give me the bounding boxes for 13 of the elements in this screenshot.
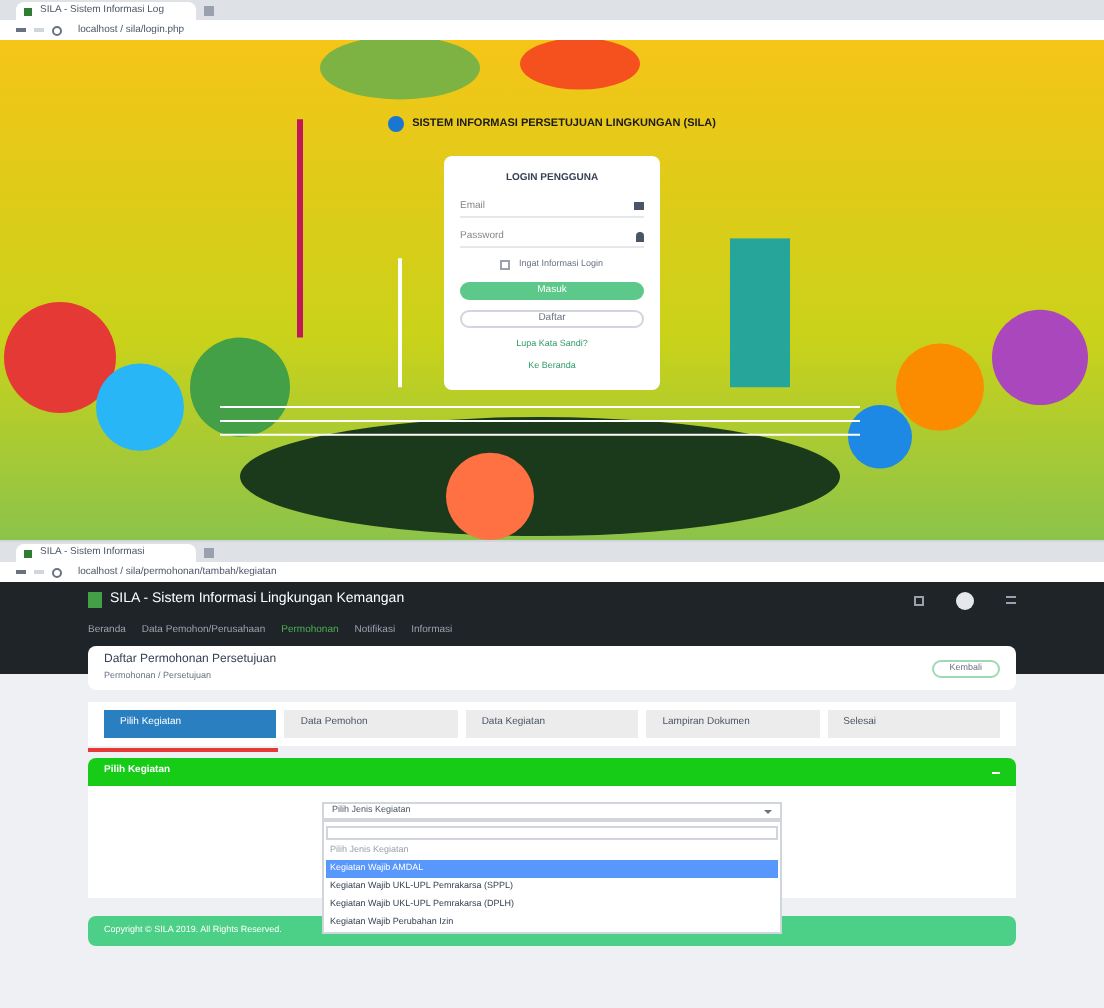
- menu-icon[interactable]: [1006, 596, 1016, 605]
- lock-icon: [636, 231, 644, 242]
- caret-icon: [764, 809, 772, 813]
- envelope-icon: [634, 202, 644, 211]
- new-tab-icon[interactable]: [204, 5, 214, 15]
- fullscreen-icon[interactable]: [914, 595, 924, 606]
- reload-icon[interactable]: [52, 567, 62, 577]
- dropdown-search-field[interactable]: [326, 826, 778, 840]
- reload-icon[interactable]: [52, 25, 62, 35]
- avatar-icon[interactable]: [956, 591, 974, 610]
- house-logo-icon: [88, 592, 102, 609]
- new-tab-icon[interactable]: [204, 547, 214, 557]
- remember-checkbox[interactable]: [500, 259, 511, 270]
